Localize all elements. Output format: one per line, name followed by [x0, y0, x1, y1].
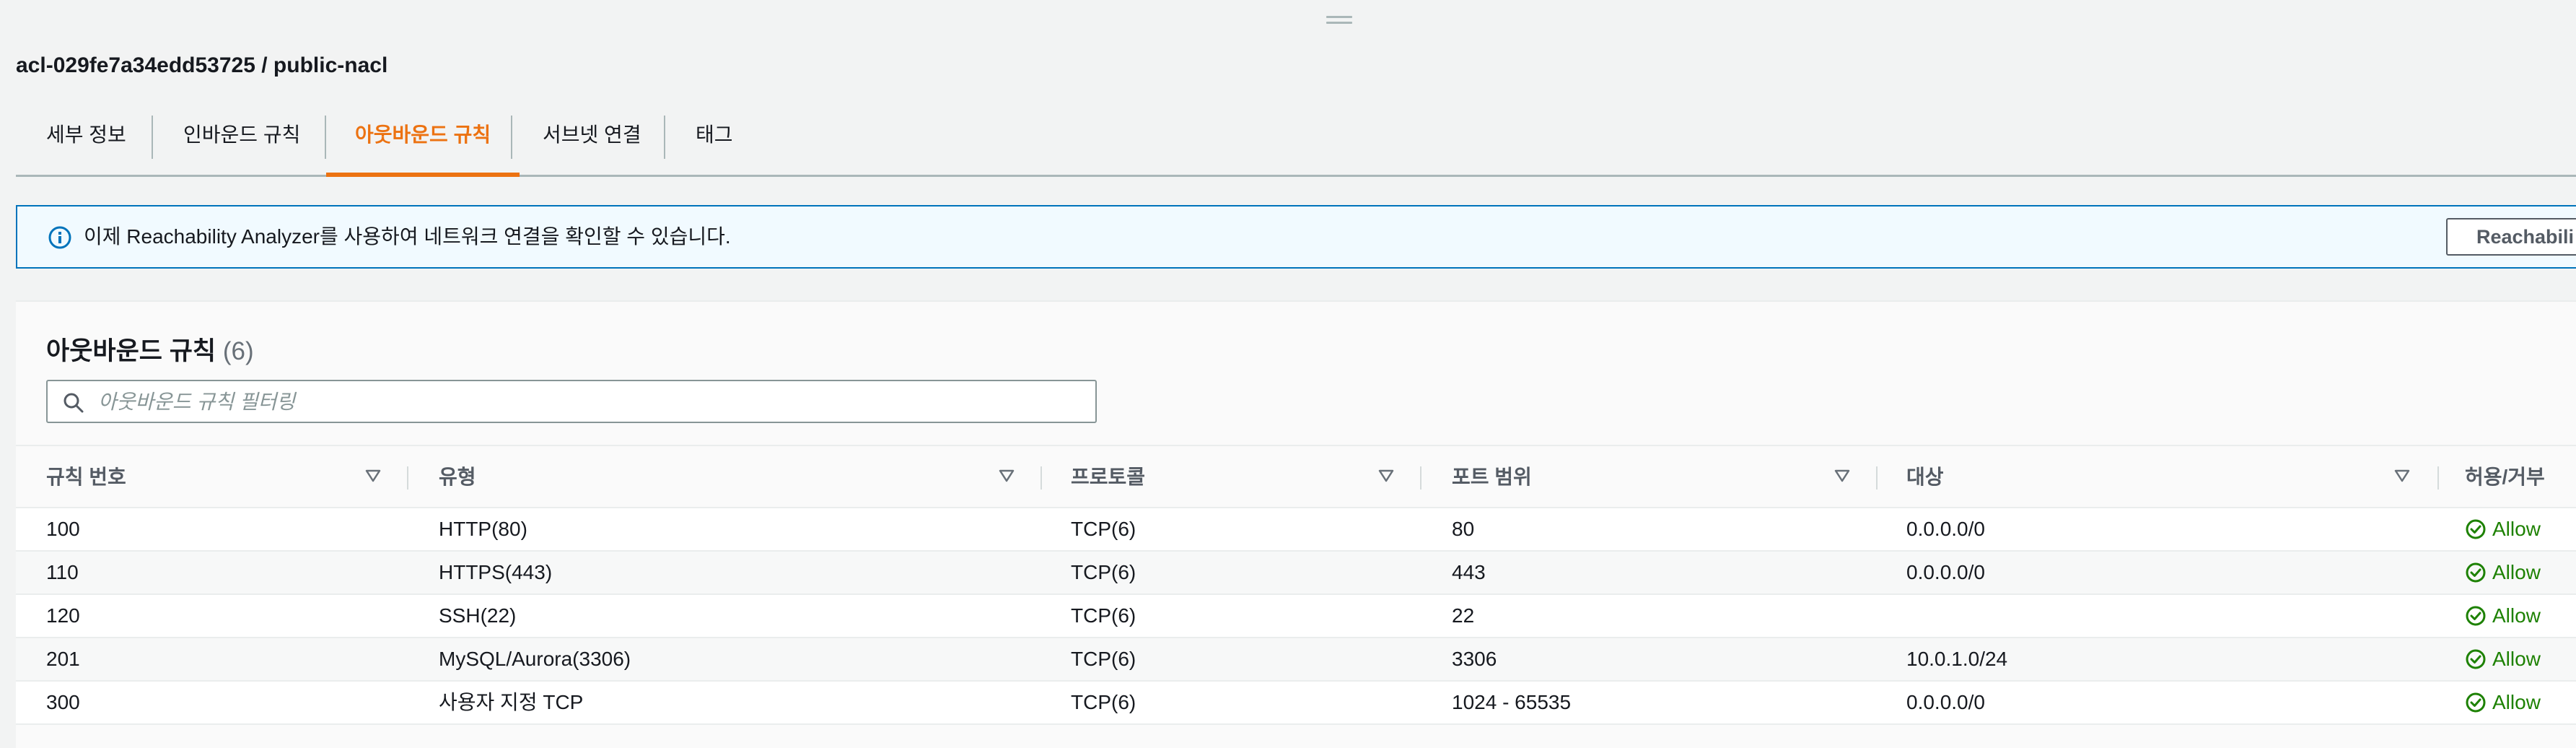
cell-protocol: TCP(6)	[1071, 691, 1136, 713]
status-success-icon	[2466, 562, 2486, 583]
cell-destination: 0.0.0.0/0	[1906, 691, 1985, 713]
tab-bar: 세부 정보 인바운드 규칙 아웃바운드 규칙 서브넷 연결 태그	[16, 110, 2576, 177]
cell-rule-number: 201	[46, 648, 80, 670]
search-icon	[63, 393, 84, 413]
cell-action-label: Allow	[2492, 518, 2541, 540]
column-header-protocol[interactable]: 프로토콜	[1071, 446, 1145, 508]
rules-filter-input[interactable]	[97, 386, 1081, 419]
rule-count: (6)	[222, 337, 254, 365]
info-banner-text: 이제 Reachability Analyzer를 사용하여 네트워크 연결을 …	[84, 225, 731, 248]
cell-type: HTTP(80)	[439, 518, 527, 540]
search-box	[46, 380, 1097, 423]
tab-divider	[511, 116, 512, 159]
column-header-allow-deny[interactable]: 허용/거부	[2465, 446, 2545, 508]
cell-protocol: TCP(6)	[1071, 604, 1136, 627]
cell-port-range: 3306	[1452, 648, 1497, 670]
cell-protocol: TCP(6)	[1071, 648, 1136, 670]
reachability-analyzer-button[interactable]: Reachabili	[2446, 218, 2576, 256]
status-success-icon	[2466, 606, 2486, 626]
cell-port-range: 22	[1452, 604, 1475, 627]
cell-action: Allow	[2465, 508, 2541, 550]
sort-caret-icon[interactable]	[1834, 469, 1850, 482]
column-header-destination[interactable]: 대상	[1906, 446, 1944, 508]
cell-action-label: Allow	[2492, 648, 2541, 670]
cell-type: 사용자 지정 TCP	[439, 691, 584, 713]
table-header-row: 규칙 번호 유형 프로토콜 포트 범위 대상 허용/거부	[16, 445, 2576, 508]
tab-divider	[664, 116, 665, 159]
outbound-rules-panel: 아웃바운드 규칙 (6) 규칙 번호 유형 프로토콜 포트 범위 대상 허	[16, 300, 2576, 748]
table-row[interactable]: 100 HTTP(80) TCP(6) 80 0.0.0.0/0 Allow	[16, 508, 2576, 552]
cell-action-label: Allow	[2492, 561, 2541, 583]
status-success-icon	[2466, 519, 2486, 539]
cell-rule-number: 120	[46, 604, 80, 627]
table-row[interactable]: 201 MySQL/Aurora(3306) TCP(6) 3306 10.0.…	[16, 638, 2576, 682]
cell-type: SSH(22)	[439, 604, 517, 627]
cell-destination: 0.0.0.0/0	[1906, 518, 1985, 540]
column-divider	[1420, 466, 1421, 490]
cell-protocol: TCP(6)	[1071, 561, 1136, 583]
info-banner: 이제 Reachability Analyzer를 사용하여 네트워크 연결을 …	[16, 205, 2576, 269]
sort-caret-icon[interactable]	[2394, 469, 2410, 482]
panel-title: 아웃바운드 규칙 (6)	[46, 331, 254, 368]
panel-title-text: 아웃바운드 규칙	[46, 337, 216, 365]
cell-action-label: Allow	[2492, 604, 2541, 627]
tab-inbound-rules[interactable]: 인바운드 규칙	[183, 110, 300, 173]
cell-destination: 0.0.0.0/0	[1906, 561, 1985, 583]
cell-port-range: 80	[1452, 518, 1475, 540]
cell-protocol: TCP(6)	[1071, 518, 1136, 540]
cell-action: Allow	[2465, 552, 2541, 593]
table-row[interactable]: 300 사용자 지정 TCP TCP(6) 1024 - 65535 0.0.0…	[16, 682, 2576, 725]
tab-divider	[152, 116, 153, 159]
cell-rule-number: 100	[46, 518, 80, 540]
column-divider	[407, 466, 408, 490]
cell-port-range: 1024 - 65535	[1452, 691, 1572, 713]
status-success-icon	[2466, 649, 2486, 669]
tab-subnet-associations[interactable]: 서브넷 연결	[543, 110, 641, 173]
cell-destination: 10.0.1.0/24	[1906, 648, 2008, 670]
column-divider	[2437, 466, 2439, 490]
cell-type: MySQL/Aurora(3306)	[439, 648, 631, 670]
info-icon	[48, 226, 71, 249]
cell-port-range: 443	[1452, 561, 1486, 583]
page-title: acl-029fe7a34edd53725 / public-nacl	[16, 53, 388, 77]
sort-caret-icon[interactable]	[1378, 469, 1394, 482]
column-header-port-range[interactable]: 포트 범위	[1452, 446, 1532, 508]
tab-details[interactable]: 세부 정보	[46, 110, 126, 173]
panel-resize-handle[interactable]	[1326, 16, 1352, 26]
cell-action: Allow	[2465, 682, 2541, 723]
cell-action: Allow	[2465, 638, 2541, 680]
sort-caret-icon[interactable]	[999, 469, 1015, 482]
cell-rule-number: 300	[46, 691, 80, 713]
status-success-icon	[2466, 692, 2486, 713]
column-header-type[interactable]: 유형	[439, 446, 476, 508]
table-row[interactable]: 110 HTTPS(443) TCP(6) 443 0.0.0.0/0 Allo…	[16, 552, 2576, 595]
tab-outbound-rules[interactable]: 아웃바운드 규칙	[326, 110, 520, 177]
tab-tags[interactable]: 태그	[696, 110, 733, 173]
cell-action: Allow	[2465, 595, 2541, 637]
cell-action-label: Allow	[2492, 691, 2541, 713]
column-header-rule-number[interactable]: 규칙 번호	[46, 446, 126, 508]
sort-caret-icon[interactable]	[365, 469, 381, 482]
table-body: 100 HTTP(80) TCP(6) 80 0.0.0.0/0 Allow 1…	[16, 508, 2576, 725]
cell-type: HTTPS(443)	[439, 561, 553, 583]
table-row[interactable]: 120 SSH(22) TCP(6) 22 Allow	[16, 595, 2576, 638]
cell-rule-number: 110	[46, 561, 79, 583]
column-divider	[1041, 466, 1042, 490]
column-divider	[1876, 466, 1878, 490]
